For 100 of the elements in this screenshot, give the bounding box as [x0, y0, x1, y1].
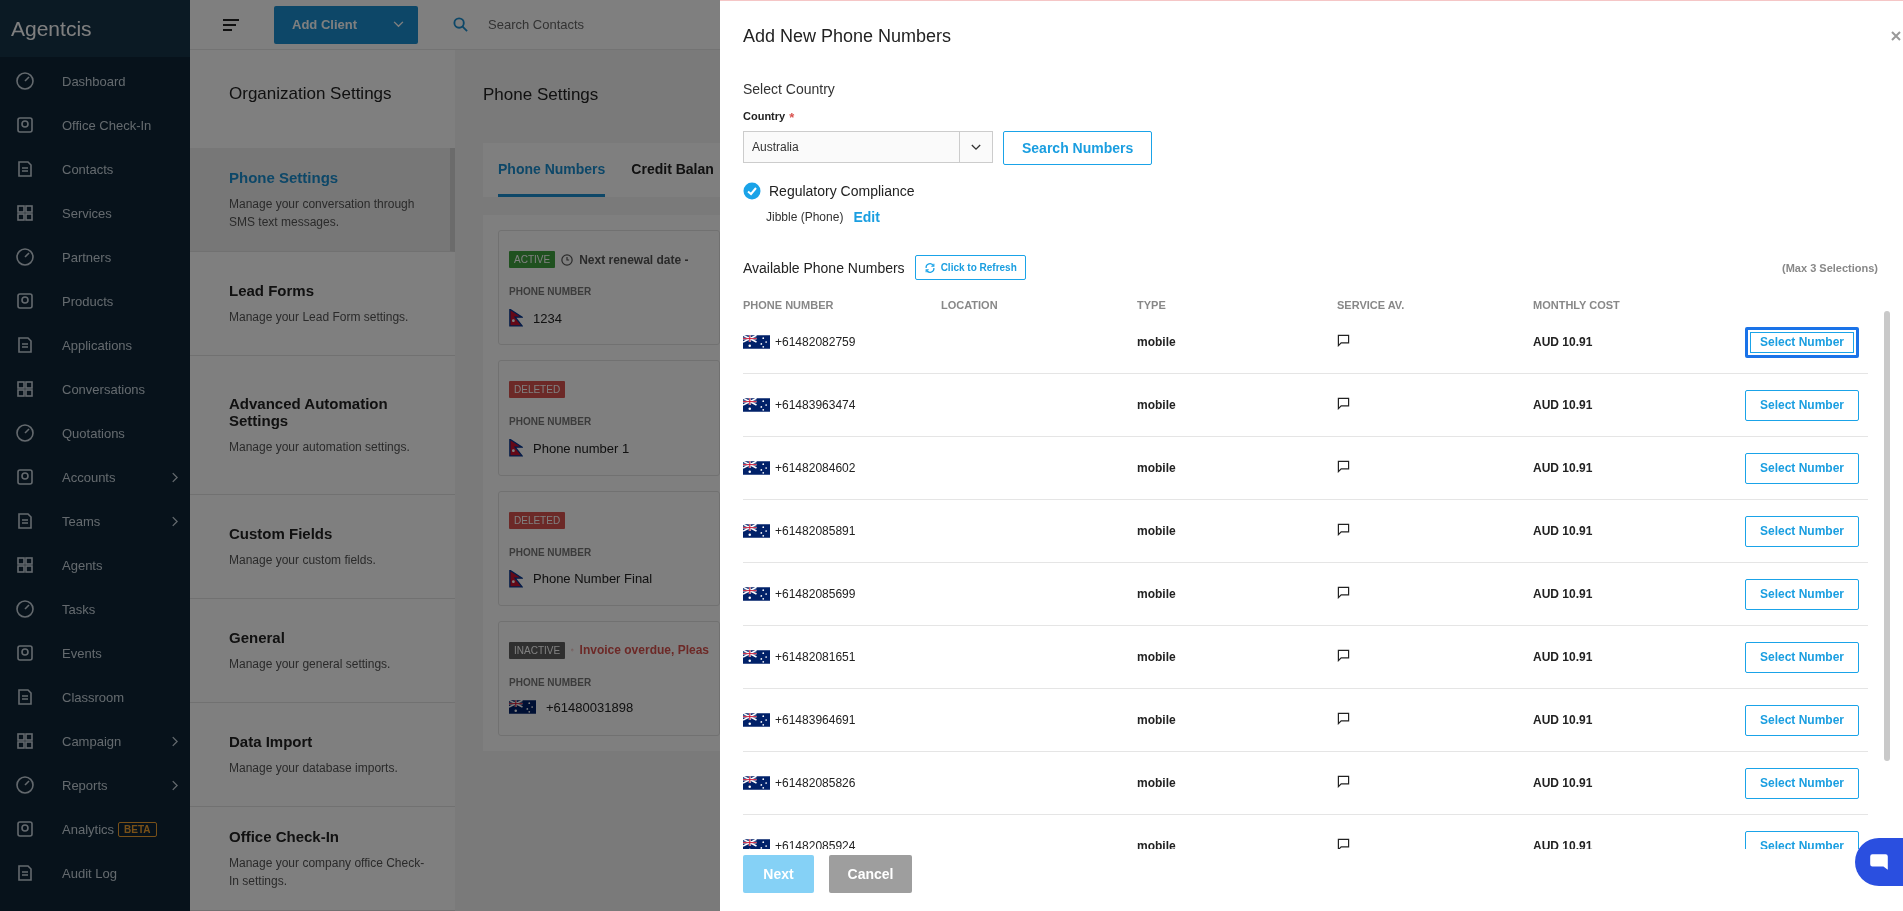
table-cell-text: mobile	[1137, 335, 1177, 349]
sidebar-item[interactable]: Quotations	[0, 411, 190, 455]
table-cell-text: mobile	[1137, 524, 1177, 538]
nepal-flag-icon	[509, 569, 523, 588]
refresh-button[interactable]: Click to Refresh	[914, 255, 1026, 280]
sidebar-item[interactable]: Applications	[0, 323, 190, 367]
sidebar-item[interactable]: Classroom	[0, 675, 190, 719]
edit-link[interactable]: Edit	[853, 209, 880, 225]
sidebar-item[interactable]: Audit Log	[0, 851, 190, 895]
table-cell-text: AUD 10.91	[1533, 776, 1594, 790]
dialog-title: Add New Phone Numbers	[743, 25, 952, 47]
australia-flag-icon	[743, 587, 770, 601]
select-number-button[interactable]: Select Number	[1745, 578, 1859, 610]
phone-number: +61482082759	[775, 335, 856, 349]
settings-item-title: Phone Settings	[229, 168, 340, 186]
sidebar-item[interactable]: Accounts	[0, 455, 190, 499]
status-badge: INACTIVE	[509, 641, 566, 659]
tab[interactable]: Credit Balan	[631, 143, 714, 197]
scrollbar-thumb[interactable]	[1884, 311, 1890, 761]
select-number-button[interactable]: Select Number	[1745, 641, 1859, 673]
settings-item[interactable]: General Manage your general settings.	[190, 599, 455, 703]
phone-number: +61482084602	[775, 461, 856, 475]
chat-launcher-button[interactable]	[1855, 838, 1903, 886]
settings-title: Organization Settings	[228, 83, 393, 105]
settings-item-description: Manage your database imports.	[229, 759, 399, 777]
australia-flag-icon	[743, 461, 770, 475]
brand-logo: Agentcis	[0, 0, 190, 57]
phone-number: +61483964691	[775, 713, 856, 727]
phone-number: Phone number 1	[533, 440, 630, 456]
sidebar-item[interactable]: Events	[0, 631, 190, 675]
sidebar-item[interactable]: Office Check-In	[0, 103, 190, 147]
country-select[interactable]: Australia	[743, 131, 993, 163]
australia-flag-icon	[743, 713, 770, 727]
phone-number: +61482085826	[775, 776, 856, 790]
settings-item-title: Office Check-In	[229, 827, 341, 845]
sidebar-item[interactable]: Agents	[0, 543, 190, 587]
nepal-flag-icon	[509, 309, 523, 327]
settings-item-description: Manage your conversation through SMS text messages.	[229, 195, 416, 231]
sidebar-item[interactable]: Tasks	[0, 587, 190, 631]
australia-flag-icon	[743, 398, 770, 412]
select-number-button[interactable]: Select Number	[1745, 389, 1859, 421]
nepal-flag-icon	[509, 439, 523, 458]
field-label: PHONE NUMBER	[509, 676, 592, 688]
table-cell-text: mobile	[1137, 650, 1177, 664]
sidebar-item[interactable]: Conversations	[0, 367, 190, 411]
required-mark: *	[789, 110, 795, 125]
sidebar-item[interactable]: Contacts	[0, 147, 190, 191]
select-number-button[interactable]: Select Number	[1745, 326, 1859, 358]
sidebar-item[interactable]: Products	[0, 279, 190, 323]
sidebar-item[interactable]: Services	[0, 191, 190, 235]
settings-item-title: Custom Fields	[229, 524, 334, 542]
close-icon	[1891, 30, 1901, 41]
sidebar-item[interactable]: Partners	[0, 235, 190, 279]
table-cell-text: mobile	[1137, 587, 1177, 601]
add-client-button[interactable]: Add Client	[274, 5, 418, 44]
settings-item[interactable]: Advanced Automation Settings Manage your automation settings.	[190, 356, 455, 495]
settings-item-description: Manage your automation settings.	[229, 438, 411, 456]
settings-item[interactable]: Office Check-In Manage your company office Check-In settings.	[190, 807, 455, 911]
table-cell-text: AUD 10.91	[1533, 713, 1594, 727]
column-header: MONTHLY COST	[1533, 299, 1621, 311]
settings-item[interactable]: Custom Fields Manage your custom fields.	[190, 495, 455, 599]
table-cell-text: mobile	[1137, 461, 1177, 475]
table-cell-text: AUD 10.91	[1533, 524, 1594, 538]
tab[interactable]: Phone Numbers	[498, 143, 606, 197]
settings-item-description: Manage your Lead Form settings.	[229, 308, 410, 326]
clock-icon	[561, 253, 574, 266]
sidebar-item[interactable]: Dashboard	[0, 59, 190, 103]
menu-icon[interactable]	[222, 17, 240, 32]
compliance-label: Regulatory Compliance	[769, 183, 915, 199]
column-header: LOCATION	[941, 299, 999, 311]
compliance-name: Jibble (Phone)	[766, 210, 844, 224]
table-cell-text: AUD 10.91	[1533, 398, 1594, 412]
status-badge: DELETED	[509, 511, 566, 529]
australia-flag-icon	[743, 650, 770, 664]
settings-item[interactable]: Phone Settings Manage your conversation through SMS text messages.	[190, 148, 455, 252]
search-numbers-button[interactable]: Search Numbers	[1003, 131, 1153, 165]
select-number-button[interactable]: Select Number	[1745, 515, 1859, 547]
phone-number: +61482085699	[775, 587, 856, 601]
section-title: Available Phone Numbers	[743, 259, 905, 276]
sidebar-item[interactable]: Analytics BETA	[0, 807, 190, 851]
phone-number: +61482085891	[775, 524, 856, 538]
australia-flag-icon	[509, 700, 536, 715]
select-number-button[interactable]: Select Number	[1745, 452, 1859, 484]
table-cell-text: AUD 10.91	[1533, 461, 1594, 475]
settings-item-description: Manage your custom fields.	[229, 551, 377, 569]
sidebar-item[interactable]: Campaign	[0, 719, 190, 763]
select-number-button[interactable]: Select Number	[1745, 704, 1859, 736]
search-field[interactable]: Search Contacts	[486, 16, 710, 33]
caret-icon	[393, 21, 404, 28]
sidebar-item[interactable]: Teams	[0, 499, 190, 543]
chevron-right-icon	[171, 779, 178, 791]
column-header: SERVICE AV.	[1337, 299, 1406, 311]
settings-item[interactable]: Lead Forms Manage your Lead Form settings.	[190, 252, 455, 356]
settings-item[interactable]: Data Import Manage your database imports.	[190, 703, 455, 807]
settings-item-description: Manage your company office Check-In settings.	[229, 854, 425, 890]
select-number-button[interactable]: Select Number	[1745, 767, 1859, 799]
beta-badge: BETA	[118, 821, 157, 837]
card-note: Next renewal date -	[579, 252, 689, 267]
sidebar-item[interactable]: Reports	[0, 763, 190, 807]
cancel-button[interactable]: Cancel	[829, 855, 912, 893]
